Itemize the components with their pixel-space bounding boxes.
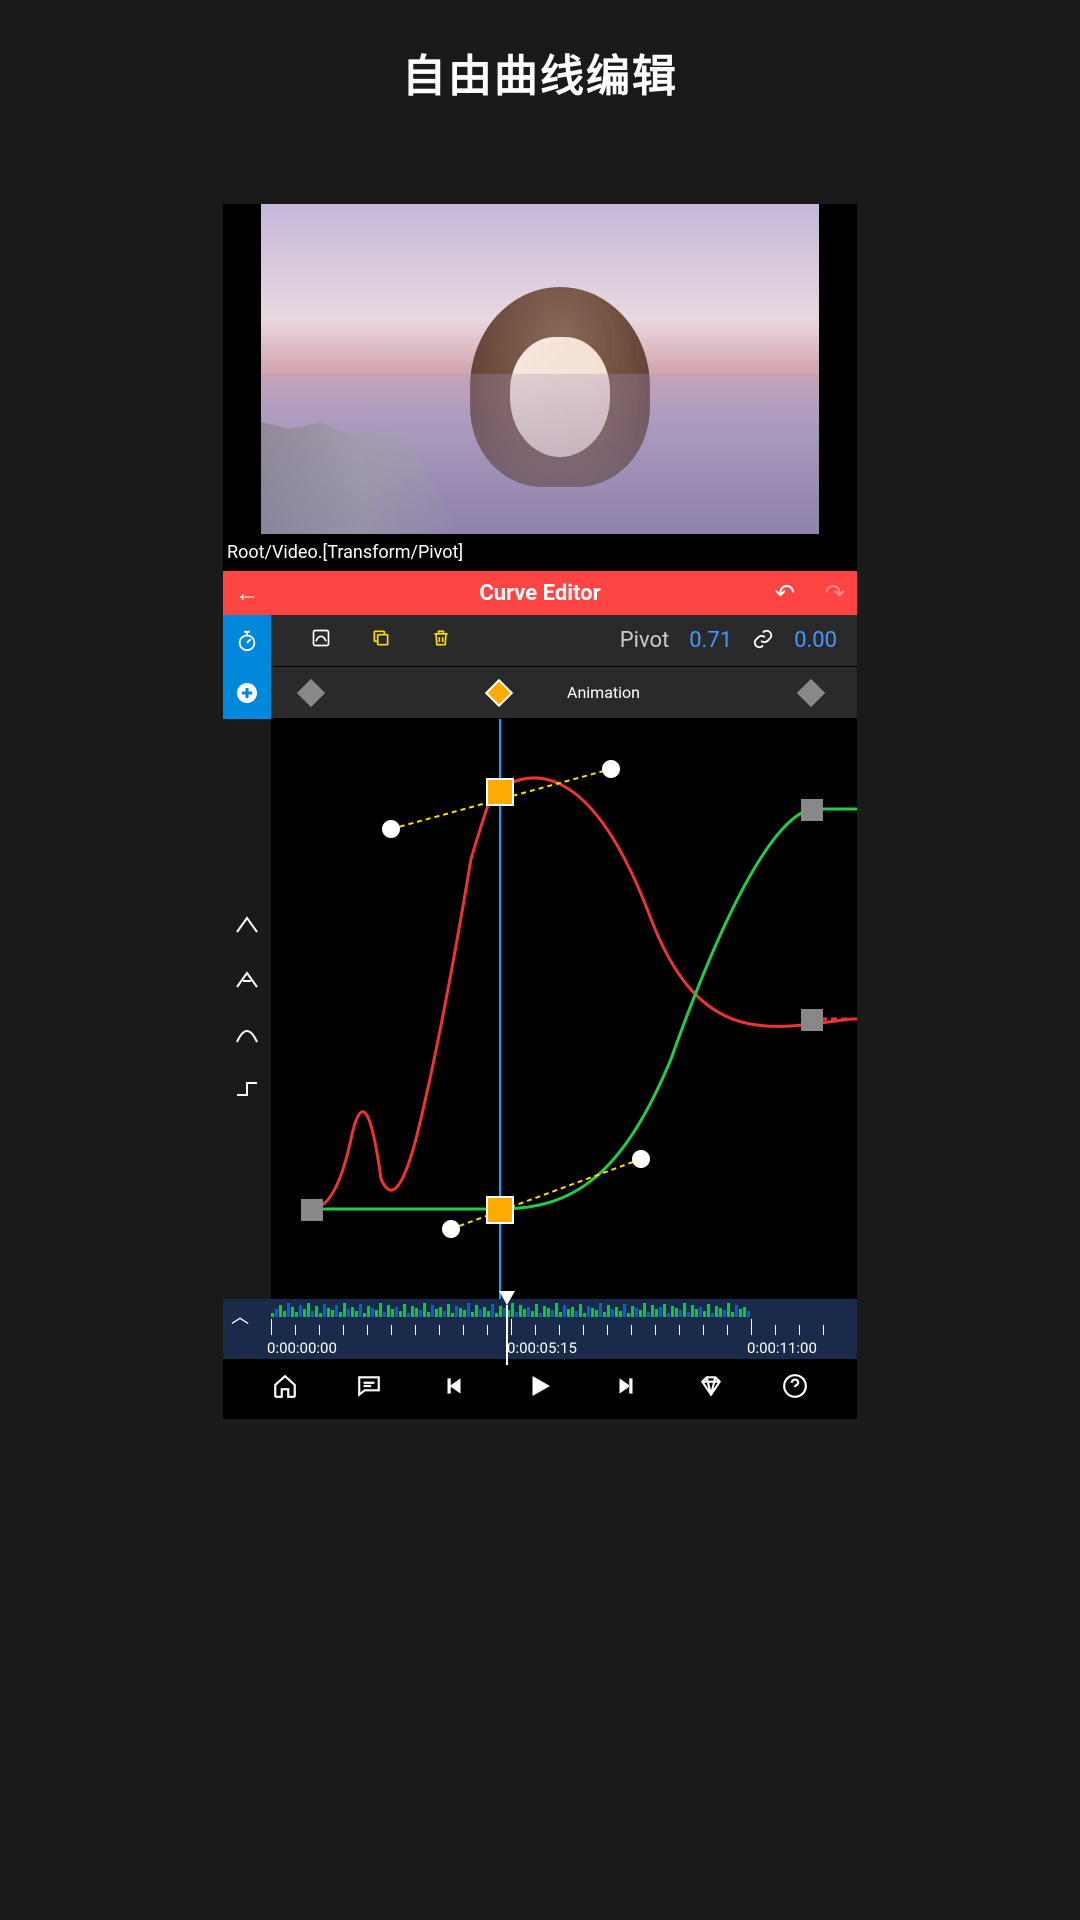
breadcrumb: Root/Video.[Transform/Pivot] bbox=[223, 534, 857, 571]
time-label-start: 0:00:00:00 bbox=[267, 1339, 337, 1357]
link-icon[interactable] bbox=[752, 628, 774, 654]
editor-toolbar: Pivot 0.71 0.00 bbox=[223, 615, 857, 667]
play-icon[interactable] bbox=[525, 1371, 555, 1408]
keyframe-row: Animation bbox=[223, 667, 857, 719]
timeline[interactable]: ︿ bbox=[223, 1299, 857, 1359]
value-primary[interactable]: 0.71 bbox=[689, 628, 732, 653]
time-label-mid: 0:00:05:15 bbox=[507, 1339, 577, 1357]
value-secondary[interactable]: 0.00 bbox=[794, 628, 837, 653]
keyframe-label: Animation bbox=[567, 683, 640, 702]
trash-icon[interactable] bbox=[431, 628, 451, 653]
add-keyframe-icon[interactable] bbox=[223, 667, 271, 719]
curve-keyframe[interactable] bbox=[301, 1199, 323, 1221]
copy-icon[interactable] bbox=[371, 628, 391, 653]
bezier-handle[interactable] bbox=[602, 760, 620, 778]
editor-header: ← Curve Editor ↶ ↷ bbox=[223, 571, 857, 615]
page-title: 自由曲线编辑 bbox=[0, 0, 1080, 164]
playhead-marker[interactable] bbox=[499, 1291, 515, 1305]
redo-icon[interactable]: ↷ bbox=[825, 579, 845, 607]
ease-tool-icon[interactable] bbox=[235, 1024, 259, 1049]
step-back-icon[interactable] bbox=[441, 1373, 467, 1406]
bezier-handle[interactable] bbox=[632, 1150, 650, 1168]
home-icon[interactable] bbox=[272, 1373, 298, 1406]
linear-tool-icon[interactable] bbox=[235, 914, 259, 939]
bezier-handle[interactable] bbox=[382, 820, 400, 838]
step-forward-icon[interactable] bbox=[613, 1373, 639, 1406]
property-label: Pivot bbox=[620, 628, 669, 653]
help-icon[interactable] bbox=[782, 1373, 808, 1406]
preview-subject bbox=[460, 287, 660, 535]
keyframe-marker[interactable] bbox=[297, 678, 325, 706]
keyframe-marker-active[interactable] bbox=[485, 678, 513, 706]
expand-icon[interactable]: ︿ bbox=[231, 1303, 249, 1329]
editor-title: Curve Editor bbox=[479, 581, 600, 606]
curve-canvas[interactable] bbox=[271, 719, 857, 1299]
undo-icon[interactable]: ↶ bbox=[775, 579, 795, 607]
keyframe-marker[interactable] bbox=[797, 678, 825, 706]
time-ruler[interactable]: 0:00:00:00 0:00:05:15 0:00:11:00 bbox=[271, 1299, 857, 1359]
bezier-tool-icon[interactable] bbox=[235, 969, 259, 994]
comment-icon[interactable] bbox=[356, 1373, 382, 1406]
stopwatch-icon[interactable] bbox=[223, 615, 271, 667]
editor-body bbox=[223, 719, 857, 1299]
step-tool-icon[interactable] bbox=[235, 1079, 259, 1104]
curve-type-tools bbox=[223, 719, 271, 1299]
app-frame: Root/Video.[Transform/Pivot] ← Curve Edi… bbox=[223, 204, 857, 1419]
back-arrow-icon[interactable]: ← bbox=[235, 579, 259, 608]
time-label-end: 0:00:11:00 bbox=[747, 1339, 817, 1357]
keyframe-track[interactable]: Animation bbox=[271, 667, 857, 718]
diamond-premium-icon[interactable] bbox=[698, 1373, 724, 1406]
bottom-bar bbox=[223, 1359, 857, 1419]
curve-keyframe-active[interactable] bbox=[487, 1197, 513, 1223]
curve-keyframe[interactable] bbox=[801, 799, 823, 821]
curve-graph bbox=[271, 719, 857, 1299]
bezier-handle[interactable] bbox=[442, 1220, 460, 1238]
curve-keyframe[interactable] bbox=[801, 1009, 823, 1031]
curve-keyframe-active[interactable] bbox=[487, 779, 513, 805]
video-preview[interactable] bbox=[261, 204, 819, 534]
curve-preset-icon[interactable] bbox=[311, 628, 331, 653]
